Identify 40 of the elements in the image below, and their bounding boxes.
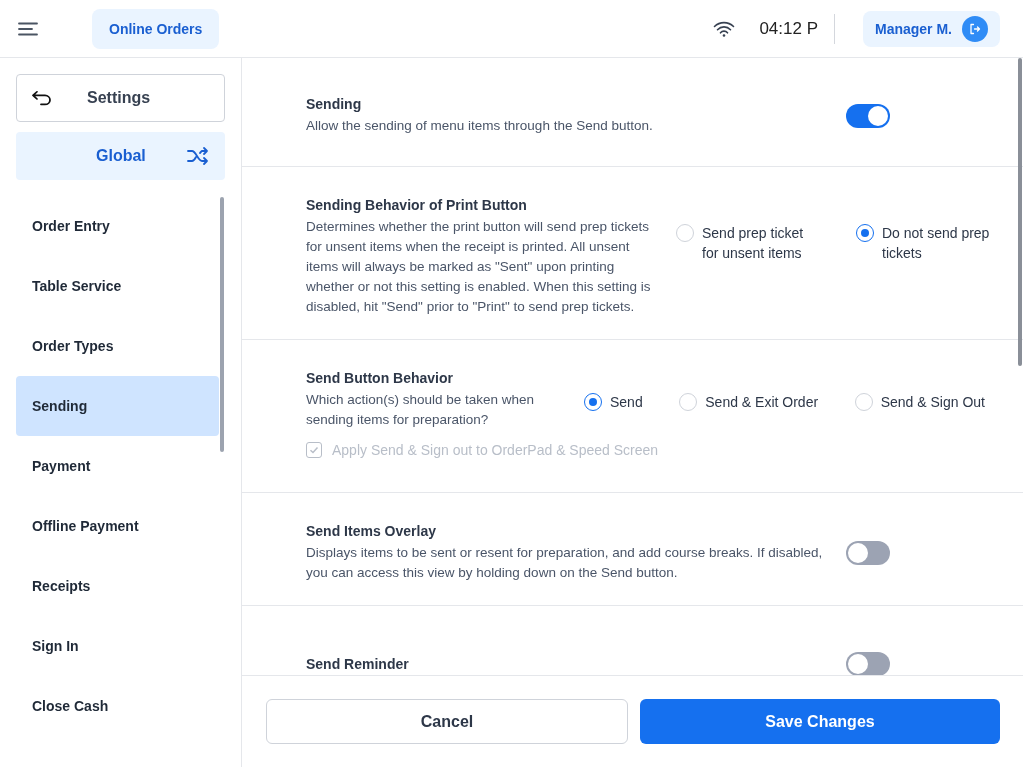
- toggle-switch[interactable]: [846, 104, 890, 128]
- menu-icon[interactable]: [18, 21, 38, 36]
- online-orders-button[interactable]: Online Orders: [92, 8, 220, 49]
- save-changes-button[interactable]: Save Changes: [640, 699, 1000, 744]
- scrollbar[interactable]: [220, 197, 224, 452]
- section-title: Send Button Behavior: [306, 370, 454, 386]
- clock-time: 04:12 P: [759, 18, 818, 39]
- sidebar-item[interactable]: Offline Payment: [16, 496, 219, 556]
- section-title: Send Items Overlay: [306, 523, 437, 539]
- shuffle-icon: [187, 146, 209, 166]
- section-description: Allow the sending of menu items through the Send button.: [306, 117, 654, 135]
- toggle-switch[interactable]: [846, 541, 890, 565]
- radio-option[interactable]: Send: [584, 392, 643, 412]
- user-button[interactable]: Manager M.: [863, 10, 1000, 47]
- radio-option[interactable]: Send & Sign Out: [854, 392, 985, 412]
- back-arrow-icon: [31, 90, 53, 106]
- section-title: Sending Behavior of Print Button: [306, 197, 528, 213]
- sidebar-item[interactable]: Payment: [16, 436, 219, 496]
- sidebar-item[interactable]: Sending: [16, 376, 219, 436]
- scrollbar[interactable]: [1018, 58, 1022, 366]
- sidebar-item[interactable]: Receipts: [16, 556, 219, 616]
- sidebar-item[interactable]: Close Cash: [16, 676, 219, 736]
- global-scope-button[interactable]: Global: [16, 132, 225, 180]
- wifi-icon: [713, 20, 736, 37]
- sign-out-icon: [962, 15, 988, 42]
- section-title: Sending: [306, 96, 363, 112]
- sidebar-item[interactable]: Sign In: [16, 616, 219, 676]
- section-description: Displays items to be sent or resent for preparation, and add course breaks. If disabled, you can access this view by holding down on the Send button.: [306, 544, 824, 582]
- radio-option[interactable]: Do not send prep tickets: [856, 223, 1002, 263]
- section-title: Send Reminder: [306, 656, 410, 672]
- section-description: Determines whether the print button will send prep tickets for unsent items when the receipt is printed. All unsent items will always be marked as "Sent" upon printing whether or not this setting is enabled. When this setting is disabled, hit "Send" prior to "Print" to send prep tickets.: [306, 218, 652, 316]
- toggle-switch[interactable]: [846, 652, 890, 675]
- cancel-button[interactable]: Cancel: [266, 699, 628, 744]
- sidebar-item[interactable]: Table Service: [16, 256, 219, 316]
- radio-option[interactable]: Send & Exit Order: [679, 392, 819, 412]
- sidebar-item[interactable]: Order Types: [16, 316, 219, 376]
- section-description: Which action(s) should be taken when sending items for preparation?: [306, 391, 536, 429]
- sidebar-item[interactable]: Order Entry: [16, 196, 219, 256]
- settings-back-button[interactable]: Settings: [16, 74, 225, 122]
- radio-option[interactable]: Send prep ticket for unsent items: [676, 223, 822, 263]
